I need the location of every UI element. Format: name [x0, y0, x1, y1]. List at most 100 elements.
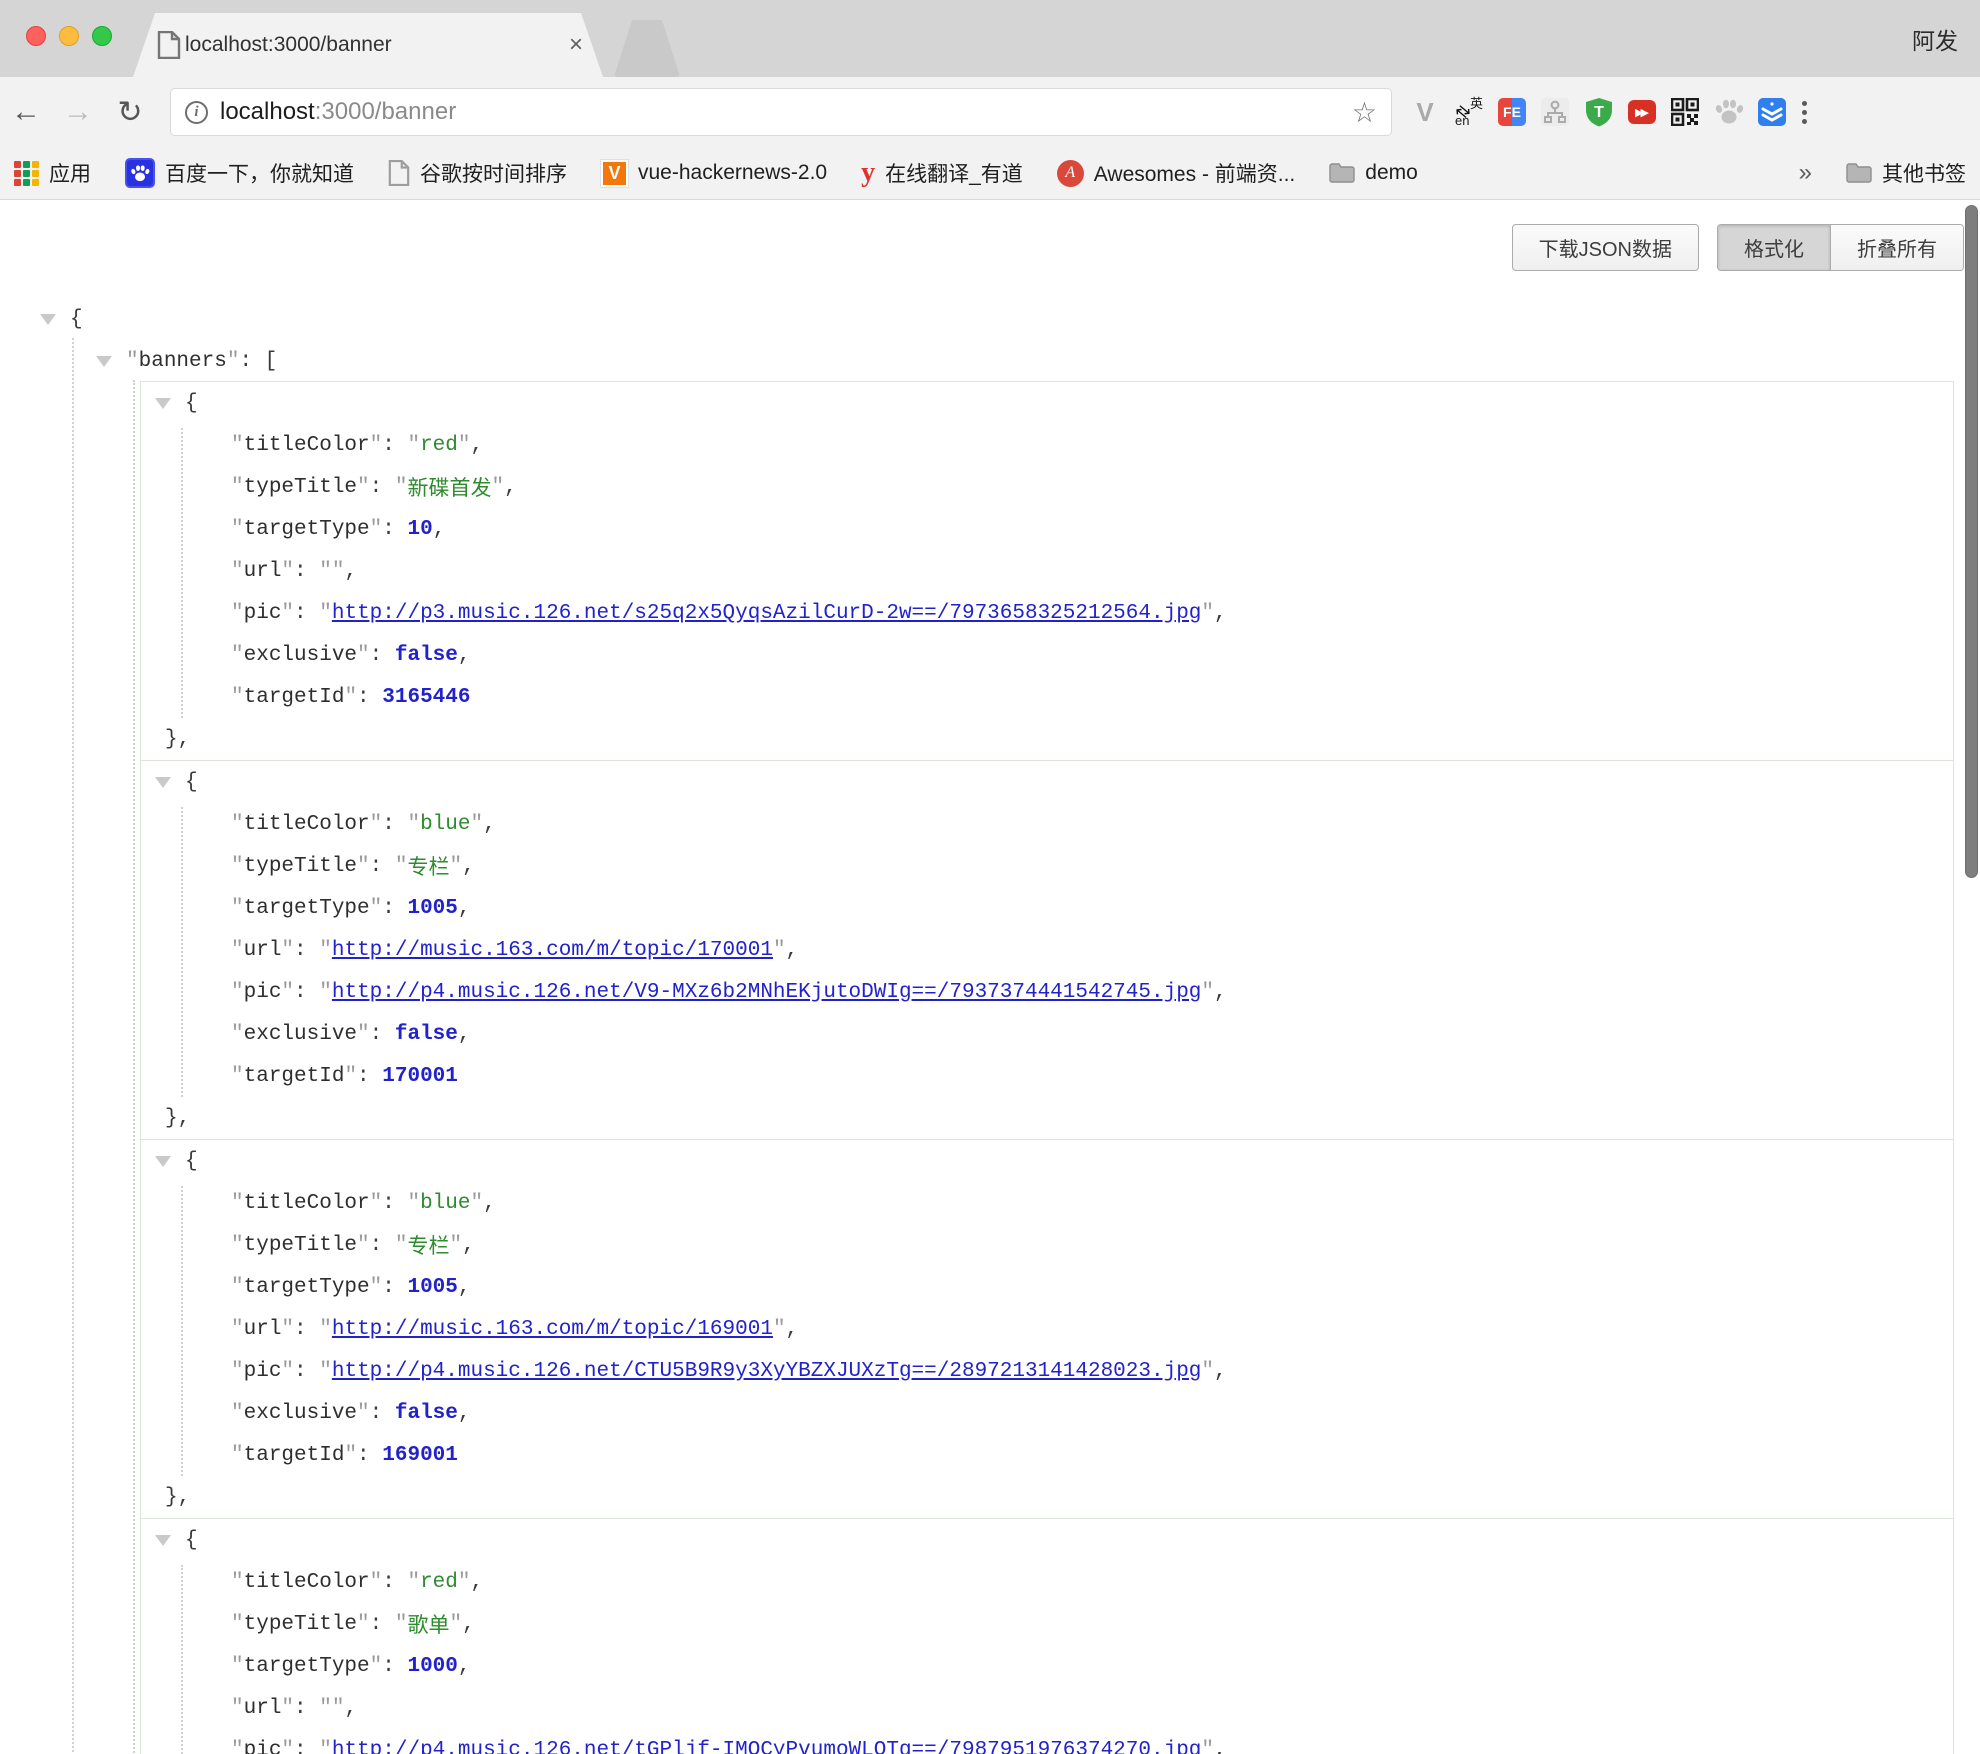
json-object-open-row: {: [141, 1140, 1953, 1182]
bookmark-star-icon[interactable]: ☆: [1352, 96, 1377, 129]
format-button[interactable]: 格式化: [1718, 225, 1830, 270]
bookmark-label: 谷歌按时间排序: [420, 158, 567, 188]
json-field-row: "titleColor": "blue",: [141, 1182, 1953, 1224]
fe-extension-icon[interactable]: FE: [1498, 98, 1526, 126]
reload-button[interactable]: ↻: [104, 95, 156, 130]
json-field-row: "typeTitle": "新碟首发",: [141, 466, 1953, 508]
json-object-open-row: {: [141, 382, 1953, 424]
json-number-value: 3165446: [382, 686, 470, 709]
new-tab-button[interactable]: [614, 20, 680, 77]
expand-triangle-icon[interactable]: [155, 1156, 171, 1167]
bookmark-apps[interactable]: 应用: [14, 158, 91, 188]
expand-triangle-icon[interactable]: [155, 1535, 171, 1546]
page-actions: 下载JSON数据 格式化 折叠所有: [0, 200, 1980, 272]
json-object-close-row: },: [141, 1476, 1953, 1518]
tampermonkey-shield-icon[interactable]: T: [1584, 97, 1614, 127]
bookmark-label: 在线翻译_有道: [885, 158, 1023, 188]
json-field-row: "typeTitle": "歌单",: [141, 1603, 1953, 1645]
browser-window: localhost:3000/banner × 阿发 ← → ↻ i local…: [0, 0, 1980, 1754]
vue-devtools-icon[interactable]: V: [1410, 97, 1440, 127]
json-array-item-box: {"titleColor": "red","typeTitle": "新碟首发"…: [140, 381, 1954, 761]
json-field-row: "url": "",: [141, 550, 1953, 592]
profile-name[interactable]: 阿发: [1912, 22, 1958, 56]
json-link-value[interactable]: http://p3.music.126.net/s25q2x5QyqsAzilC…: [332, 602, 1202, 625]
browser-tab[interactable]: localhost:3000/banner ×: [133, 13, 603, 77]
json-array-item-box: {"titleColor": "red","typeTitle": "歌单","…: [140, 1518, 1954, 1754]
json-field-row: "exclusive": false,: [141, 634, 1953, 676]
json-field-row: "exclusive": false,: [141, 1392, 1953, 1434]
tab-close-icon[interactable]: ×: [569, 33, 583, 57]
json-field-row: "typeTitle": "专栏",: [141, 845, 1953, 887]
translate-extension-icon[interactable]: ⇄英en: [1454, 97, 1484, 127]
json-field-row: "url": "http://music.163.com/m/topic/169…: [141, 1308, 1953, 1350]
json-field-row: "pic": "http://p4.music.126.net/tGPljf-I…: [141, 1729, 1953, 1754]
sitemap-extension-icon[interactable]: [1540, 97, 1570, 127]
expand-triangle-icon[interactable]: [96, 356, 112, 367]
json-field-row: "titleColor": "blue",: [141, 803, 1953, 845]
bookmarks-overflow-chevron-icon[interactable]: »: [1799, 159, 1812, 187]
bookmark-vue-hackernews[interactable]: V vue-hackernews-2.0: [601, 160, 827, 187]
json-field-row: "pic": "http://p3.music.126.net/s25q2x5Q…: [141, 592, 1953, 634]
bookmark-baidu[interactable]: 百度一下，你就知道: [125, 158, 354, 188]
paw-extension-icon[interactable]: [1714, 97, 1744, 127]
bookmark-label: 其他书签: [1882, 158, 1966, 188]
page-info-icon[interactable]: i: [185, 101, 208, 124]
vertical-scrollbar[interactable]: [1965, 205, 1978, 878]
minimize-window-button[interactable]: [59, 26, 79, 46]
page-icon: [388, 160, 410, 186]
json-field-row: "titleColor": "red",: [141, 424, 1953, 466]
json-object-close-row: },: [141, 1097, 1953, 1139]
json-string-value: 专栏: [407, 1230, 449, 1260]
vue-v-icon: V: [601, 160, 628, 187]
view-mode-group: 格式化 折叠所有: [1717, 224, 1964, 271]
expand-triangle-icon[interactable]: [40, 314, 56, 325]
json-string-value: 专栏: [407, 851, 449, 881]
json-number-value: 1005: [407, 1276, 457, 1299]
json-field-row: "targetId": 170001: [141, 1055, 1953, 1097]
bookmark-youdao-translate[interactable]: y 在线翻译_有道: [861, 157, 1023, 189]
json-field-row: "pic": "http://p4.music.126.net/V9-MXz6b…: [141, 971, 1953, 1013]
json-string-value: 歌单: [407, 1609, 449, 1639]
forward-button[interactable]: →: [52, 95, 104, 129]
url-path: :3000/banner: [315, 98, 456, 126]
youdao-y-icon: y: [861, 157, 875, 189]
zoom-window-button[interactable]: [92, 26, 112, 46]
json-link-value[interactable]: http://music.163.com/m/topic/170001: [332, 939, 773, 962]
bookmark-folder-demo[interactable]: demo: [1329, 161, 1418, 185]
download-manager-icon[interactable]: [1758, 98, 1786, 126]
json-boolean-value: false: [395, 1402, 458, 1425]
bookmark-folder-others[interactable]: 其他书签: [1846, 158, 1966, 188]
json-field-row: "targetType": 1000,: [141, 1645, 1953, 1687]
json-array-item-box: {"titleColor": "blue","typeTitle": "专栏",…: [140, 1139, 1954, 1519]
json-banners-row: "banners": [: [0, 340, 1980, 382]
json-link-value[interactable]: http://music.163.com/m/topic/169001: [332, 1318, 773, 1341]
page-content: 下载JSON数据 格式化 折叠所有 {"banners": [{"titleCo…: [0, 200, 1980, 1754]
tab-strip: localhost:3000/banner × 阿发: [0, 0, 1980, 77]
collapse-all-button[interactable]: 折叠所有: [1830, 225, 1963, 270]
awesomes-a-icon: A: [1057, 160, 1084, 187]
back-button[interactable]: ←: [0, 95, 52, 129]
download-json-button[interactable]: 下载JSON数据: [1512, 224, 1699, 271]
browser-menu-icon[interactable]: [1802, 101, 1807, 124]
bookmark-google-sort[interactable]: 谷歌按时间排序: [388, 158, 567, 188]
bookmark-label: 百度一下，你就知道: [165, 158, 354, 188]
json-field-row: "targetType": 1005,: [141, 1266, 1953, 1308]
close-window-button[interactable]: [26, 26, 46, 46]
json-link-value[interactable]: http://p4.music.126.net/tGPljf-IMOCyPvum…: [332, 1739, 1202, 1754]
bookmark-awesomes[interactable]: A Awesomes - 前端资...: [1057, 158, 1296, 188]
json-field-row: "targetType": 1005,: [141, 887, 1953, 929]
video-speed-icon[interactable]: ▶▶: [1628, 100, 1656, 124]
bookmark-label: Awesomes - 前端资...: [1094, 158, 1296, 188]
qrcode-extension-icon[interactable]: [1670, 97, 1700, 127]
json-link-value[interactable]: http://p4.music.126.net/CTU5B9R9y3XyYBZX…: [332, 1360, 1202, 1383]
url-host: localhost: [220, 98, 315, 126]
json-boolean-value: false: [395, 644, 458, 667]
json-field-row: "targetType": 10,: [141, 508, 1953, 550]
expand-triangle-icon[interactable]: [155, 398, 171, 409]
address-bar[interactable]: i localhost:3000/banner ☆: [170, 88, 1392, 136]
expand-triangle-icon[interactable]: [155, 777, 171, 788]
json-field-row: "url": "",: [141, 1687, 1953, 1729]
json-field-row: "url": "http://music.163.com/m/topic/170…: [141, 929, 1953, 971]
json-link-value[interactable]: http://p4.music.126.net/V9-MXz6b2MNhEKju…: [332, 981, 1202, 1004]
json-root-row: {: [0, 298, 1980, 340]
